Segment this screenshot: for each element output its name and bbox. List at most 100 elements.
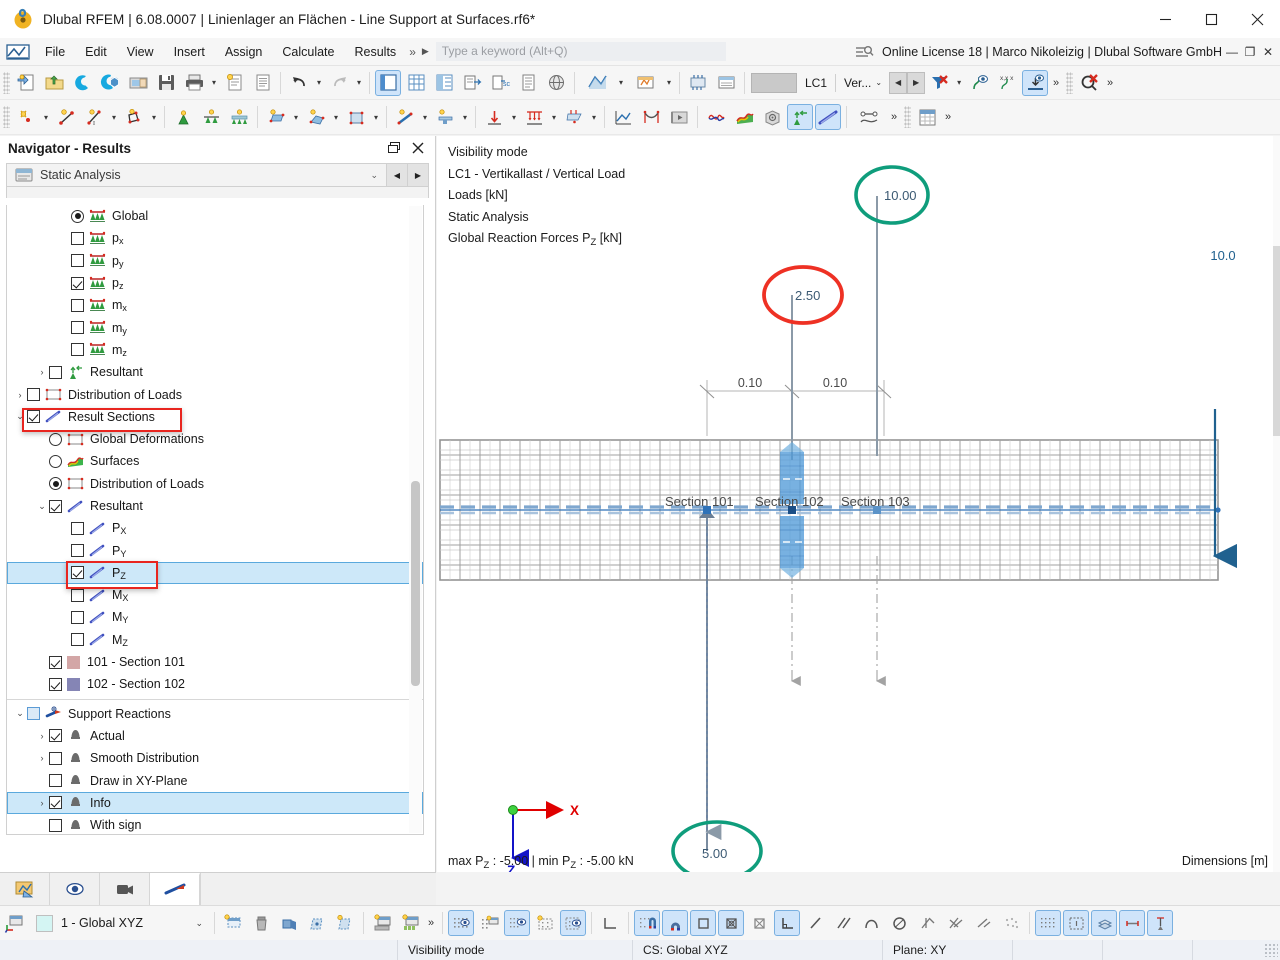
- tree-item-my[interactable]: ›my: [7, 316, 423, 338]
- tree-item-with-sign[interactable]: ›With sign: [7, 814, 423, 835]
- analysis-type-selector[interactable]: Static Analysis ⌄ ◀ ▶: [6, 163, 429, 187]
- toolbar2-overflow-2[interactable]: »: [941, 104, 955, 130]
- view-3d-icon[interactable]: [543, 70, 569, 96]
- chevron-right-icon[interactable]: ›: [13, 390, 27, 400]
- surface-support-icon[interactable]: [226, 104, 252, 130]
- checkbox-resultant-1[interactable]: [49, 366, 62, 379]
- keyword-search-input[interactable]: Type a keyword (Alt+Q): [436, 42, 726, 61]
- tree-item-py[interactable]: ›py: [7, 250, 423, 272]
- chevron-down-icon[interactable]: ⌄: [13, 411, 27, 422]
- snap-point-cloud-icon[interactable]: [998, 910, 1024, 936]
- document-list-icon[interactable]: [515, 70, 541, 96]
- tree-item-global[interactable]: ›Global: [7, 205, 423, 227]
- checkbox-PY[interactable]: [71, 544, 84, 557]
- render-dropdown-icon[interactable]: ▾: [615, 70, 627, 96]
- internal-forces-icon[interactable]: [703, 104, 729, 130]
- load-wizard-icon[interactable]: [685, 70, 711, 96]
- new-polyline-dropdown-icon[interactable]: ▾: [148, 104, 160, 130]
- tree-item-result-sections-1[interactable]: ⌄Result Sections: [7, 406, 423, 428]
- tree-scrollbar[interactable]: [409, 206, 422, 833]
- undo-dropdown-icon[interactable]: ▾: [313, 70, 325, 96]
- grid-visibility-icon[interactable]: [560, 910, 586, 936]
- tree-item-global-deform[interactable]: ›Global Deformations: [7, 428, 423, 450]
- chevron-down-icon[interactable]: ⌄: [13, 708, 27, 719]
- member-dropdown-icon[interactable]: ▾: [419, 104, 431, 130]
- support-reactions-icon[interactable]: [787, 104, 813, 130]
- tree-item-MZ[interactable]: ›MZ: [7, 629, 423, 651]
- checkbox-PZ[interactable]: [71, 566, 84, 579]
- grid-settings-icon[interactable]: [476, 910, 502, 936]
- minimize-button[interactable]: [1142, 0, 1188, 38]
- menu-edit[interactable]: Edit: [75, 41, 117, 63]
- line-load-icon[interactable]: [521, 104, 547, 130]
- navigator-float-button[interactable]: [387, 141, 401, 155]
- menu-assign[interactable]: Assign: [215, 41, 273, 63]
- new-surface-dropdown-icon[interactable]: ▾: [290, 104, 302, 130]
- new-polyline-icon[interactable]: [121, 104, 147, 130]
- checkbox-py[interactable]: [71, 254, 84, 267]
- chevron-right-icon[interactable]: ›: [35, 753, 49, 763]
- nodal-load-dropdown-icon[interactable]: ▾: [508, 104, 520, 130]
- tree-item-MX[interactable]: ›MX: [7, 584, 423, 606]
- model-viewport[interactable]: Visibility mode LC1 - Vertikallast / Ver…: [437, 136, 1280, 872]
- deselect-all-icon[interactable]: [1076, 70, 1102, 96]
- dlubal-logo-icon[interactable]: [5, 42, 31, 62]
- load-case-dropdown-icon[interactable]: ⌄: [875, 78, 887, 87]
- cs-axes-icon[interactable]: [1, 910, 27, 936]
- viewport-vscroll-thumb[interactable]: [1273, 246, 1280, 436]
- snap-center-icon[interactable]: [718, 910, 744, 936]
- checkbox-MY[interactable]: [71, 611, 84, 624]
- export-table-icon[interactable]: [459, 70, 485, 96]
- view-model-icon[interactable]: [375, 70, 401, 96]
- snap-extension-icon[interactable]: [942, 910, 968, 936]
- viewport-vscrollbar[interactable]: [1273, 136, 1280, 872]
- inner-restore-button[interactable]: ❐: [1242, 42, 1258, 62]
- menu-view[interactable]: View: [117, 41, 164, 63]
- print-icon[interactable]: [181, 70, 207, 96]
- new-node-dropdown-icon[interactable]: ▾: [40, 104, 52, 130]
- snap-circle-icon[interactable]: [886, 910, 912, 936]
- selection-window-icon[interactable]: [1063, 910, 1089, 936]
- new-work-plane-icon[interactable]: [369, 910, 395, 936]
- menu-results[interactable]: Results: [345, 41, 407, 63]
- checkbox-dist-loads-1[interactable]: [27, 388, 40, 401]
- new-opening-dropdown-icon[interactable]: ▾: [370, 104, 382, 130]
- calculate-icon[interactable]: [610, 104, 636, 130]
- surface-results-icon[interactable]: [731, 104, 757, 130]
- checkbox-PX[interactable]: [71, 522, 84, 535]
- new-line-dropdown-icon[interactable]: ▾: [108, 104, 120, 130]
- save-icon[interactable]: [153, 70, 179, 96]
- next-load-case-button[interactable]: ▶: [907, 72, 925, 94]
- display-props-dropdown-icon[interactable]: ▾: [663, 70, 675, 96]
- ortho-mode-icon[interactable]: [597, 910, 623, 936]
- tree-item-resultant-2[interactable]: ⌄Resultant: [7, 495, 423, 517]
- checkbox-with-sign[interactable]: [49, 819, 62, 832]
- navigator-close-button[interactable]: [411, 141, 425, 155]
- tree-item-mz[interactable]: ›mz: [7, 339, 423, 361]
- chevron-right-icon[interactable]: ›: [35, 367, 49, 377]
- checkbox-mz[interactable]: [71, 343, 84, 356]
- snap-parallel-icon[interactable]: [830, 910, 856, 936]
- menu-file[interactable]: File: [35, 41, 75, 63]
- toolbar2-grip-2[interactable]: [904, 106, 911, 128]
- tree-item-dist-loads-1[interactable]: ›Distribution of Loads: [7, 383, 423, 405]
- snap-grid-icon[interactable]: [504, 910, 530, 936]
- resize-grip-icon[interactable]: [1264, 943, 1278, 957]
- tab-display-properties[interactable]: [0, 873, 50, 905]
- coordinate-system-selector[interactable]: 1 - Global XYZ ⌄: [30, 912, 210, 935]
- checkbox-smooth-dist[interactable]: [49, 752, 62, 765]
- open-file-icon[interactable]: [41, 70, 67, 96]
- analysis-prev-button[interactable]: ◀: [386, 164, 407, 186]
- checkbox-actual[interactable]: [49, 729, 62, 742]
- redo-icon[interactable]: [326, 70, 352, 96]
- nodal-support-icon[interactable]: [170, 104, 196, 130]
- snap-endpoint-icon[interactable]: [690, 910, 716, 936]
- load-case-manager-icon[interactable]: [713, 70, 739, 96]
- menu-calculate[interactable]: Calculate: [272, 41, 344, 63]
- view-split-icon[interactable]: [431, 70, 457, 96]
- rib-dropdown-icon[interactable]: ▾: [459, 104, 471, 130]
- tree-item-info[interactable]: ›Info: [7, 792, 423, 814]
- checkbox-px[interactable]: [71, 232, 84, 245]
- object-snap-icon[interactable]: [634, 910, 660, 936]
- checkbox-section-102[interactable]: [49, 678, 62, 691]
